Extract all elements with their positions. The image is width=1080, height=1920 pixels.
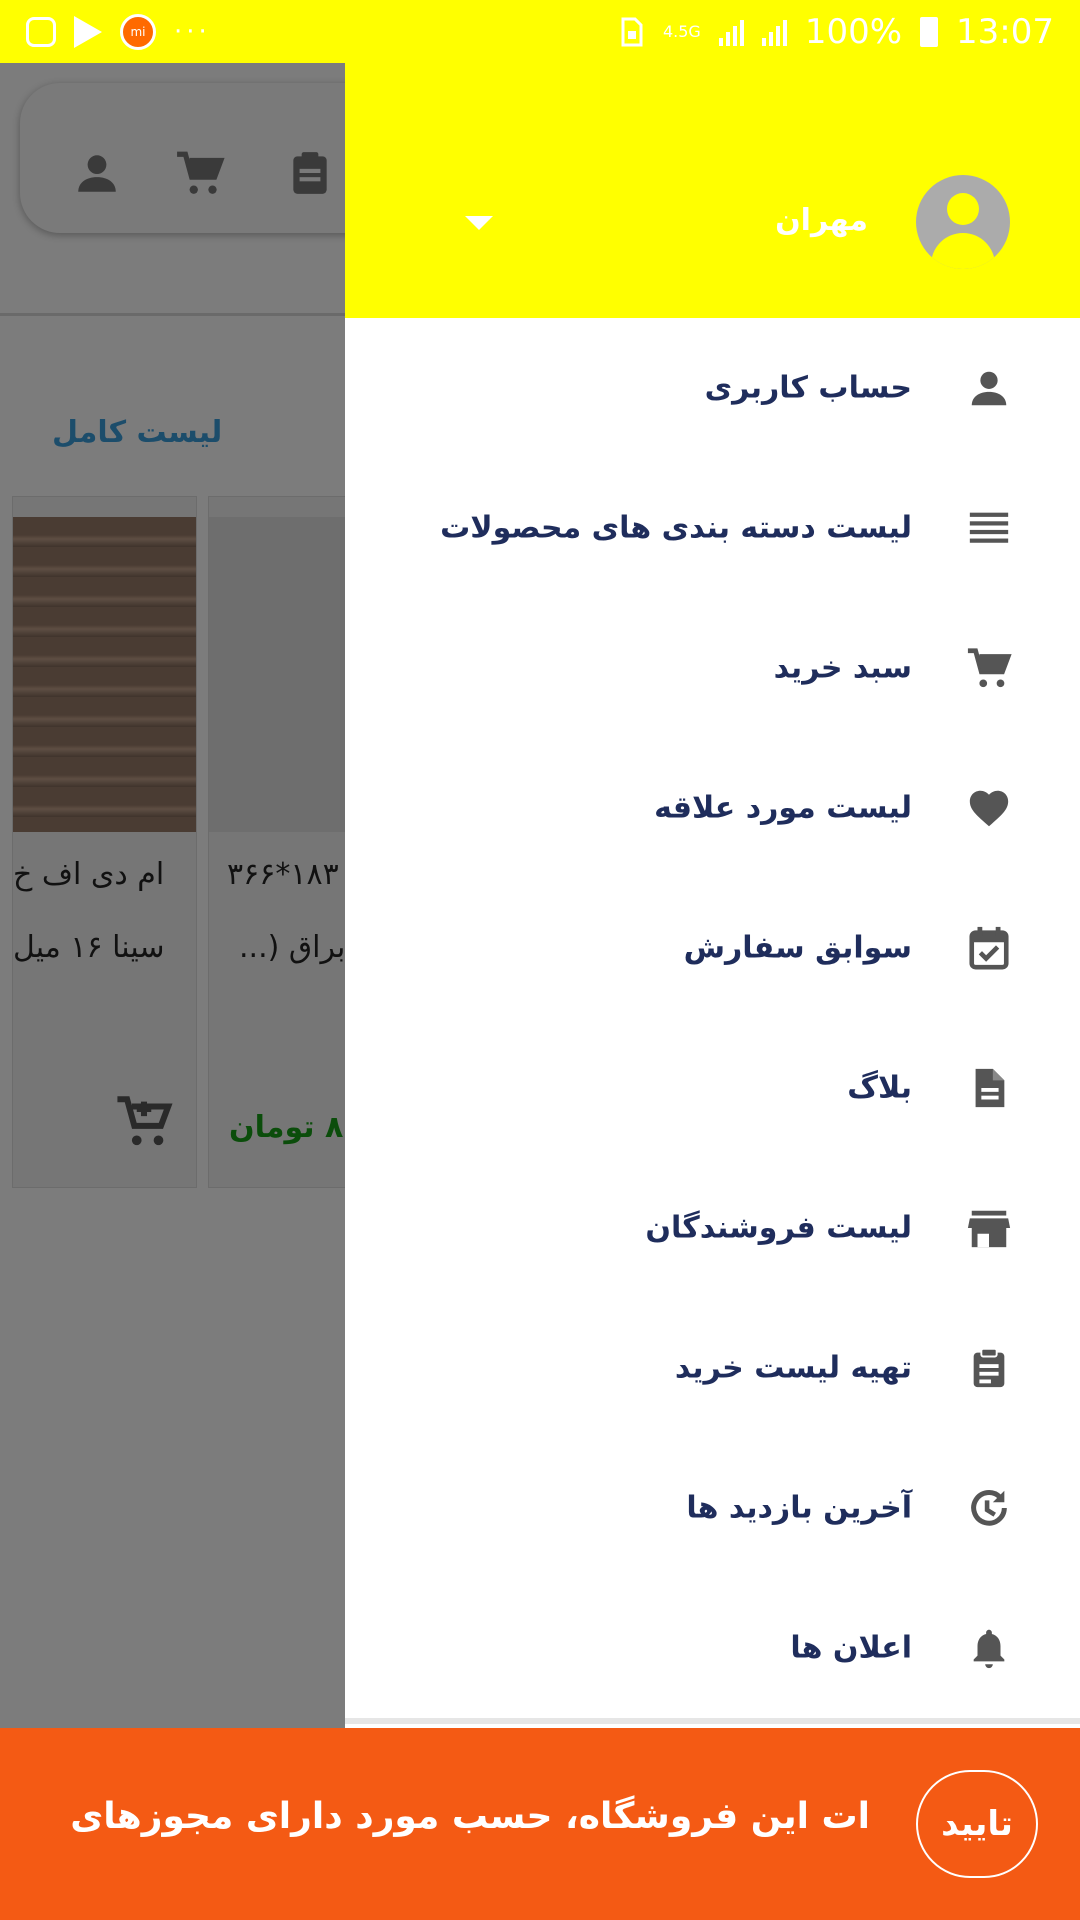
menu-item-cart[interactable]: سبد خرید: [345, 598, 1080, 738]
background-app: لیست کامل ام دی اف خ سینا ۱۶ میل ۱۸۳*۳۶۶…: [0, 63, 345, 1728]
navigation-drawer: مهران حساب کاربری لیست دسته بندی های محص…: [345, 63, 1080, 1728]
menu-item-order-history[interactable]: سوابق سفارش: [345, 878, 1080, 1018]
menu-item-shopping-list[interactable]: تهیه لیست خرید: [345, 1298, 1080, 1438]
history-icon: [971, 1490, 1007, 1526]
product-image: [13, 517, 196, 832]
calendar-check-icon: [969, 926, 1009, 970]
heart-icon: [969, 790, 1009, 827]
menu-item-notifications[interactable]: اعلان ها: [345, 1578, 1080, 1718]
sim-icon: [621, 17, 643, 46]
play-store-icon: [74, 15, 102, 48]
battery-percent: 100%: [804, 11, 903, 52]
more-notifications-icon: ···: [174, 16, 211, 47]
add-to-cart-icon[interactable]: [115, 1092, 173, 1150]
menu-item-recent-views[interactable]: آخرین بازدید ها: [345, 1438, 1080, 1578]
divider: [345, 1718, 1080, 1724]
product-price: ۸ تومان: [229, 1110, 344, 1145]
product-subtitle: سینا ۱۶ میل: [13, 930, 165, 965]
menu-item-label: سوابق سفارش: [683, 930, 912, 966]
list-icon: [969, 512, 1009, 543]
background-toolbar: [20, 83, 345, 233]
menu-item-label: تهیه لیست خرید: [674, 1350, 912, 1386]
network-type: 4.5G: [662, 22, 701, 41]
menu-item-account[interactable]: حساب کاربری: [345, 318, 1080, 458]
signal-icon: [718, 18, 744, 46]
store-icon: [967, 1210, 1011, 1248]
drawer-menu: حساب کاربری لیست دسته بندی های محصولات س…: [345, 318, 1080, 1718]
menu-item-label: لیست فروشندگان: [645, 1210, 912, 1246]
menu-item-label: لیست دسته بندی های محصولات: [440, 510, 912, 546]
battery-icon: [920, 16, 939, 47]
person-icon: [971, 371, 1007, 406]
user-name: مهران: [775, 203, 868, 238]
banner-text: ات این فروشگاه، حسب مورد دارای مجوزهای: [70, 1796, 870, 1837]
instagram-icon: [26, 16, 56, 47]
menu-item-categories[interactable]: لیست دسته بندی های محصولات: [345, 458, 1080, 598]
drawer-header: مهران: [345, 63, 1080, 318]
notification-icons: mi ···: [26, 13, 211, 50]
document-icon: [975, 1068, 1005, 1108]
menu-item-label: سبد خرید: [773, 650, 912, 686]
product-subtitle: براق (...: [239, 930, 345, 965]
clipboard-icon: [973, 1347, 1005, 1388]
confirm-button[interactable]: تایید: [916, 1770, 1038, 1878]
person-icon: [78, 155, 116, 192]
account-dropdown-icon[interactable]: [465, 216, 493, 230]
menu-item-favorites[interactable]: لیست مورد علاقه: [345, 738, 1080, 878]
menu-item-label: اعلان ها: [790, 1630, 912, 1666]
cart-icon: [967, 648, 1012, 688]
menu-item-label: بلاگ: [847, 1070, 912, 1106]
product-title: ۱۸۳*۳۶۶: [227, 857, 339, 892]
menu-item-label: حساب کاربری: [704, 370, 912, 406]
menu-item-label: آخرین بازدید ها: [686, 1490, 912, 1526]
mi-icon: mi: [120, 13, 156, 50]
clock: 13:07: [956, 11, 1054, 52]
product-image: [209, 517, 345, 832]
product-card[interactable]: ۱۸۳*۳۶۶ براق (... ۸ تومان: [208, 496, 345, 1188]
menu-item-sellers[interactable]: لیست فروشندگان: [345, 1158, 1080, 1298]
signal2-icon: [761, 18, 787, 46]
product-card[interactable]: ام دی اف خ سینا ۱۶ میل: [12, 496, 197, 1188]
menu-item-blog[interactable]: بلاگ: [345, 1018, 1080, 1158]
avatar[interactable]: [916, 175, 1010, 269]
cart-icon: [177, 151, 225, 194]
menu-item-label: لیست مورد علاقه: [654, 790, 912, 826]
status-bar: mi ··· 4.5G 100% 13:07: [0, 0, 1080, 63]
clipboard-icon: [293, 152, 327, 194]
divider: [0, 313, 345, 316]
bell-icon: [973, 1629, 1005, 1669]
cookie-consent-banner: ات این فروشگاه، حسب مورد دارای مجوزهای ت…: [0, 1728, 1080, 1920]
full-list-link[interactable]: لیست کامل: [52, 415, 222, 450]
product-title: ام دی اف خ: [13, 857, 165, 892]
